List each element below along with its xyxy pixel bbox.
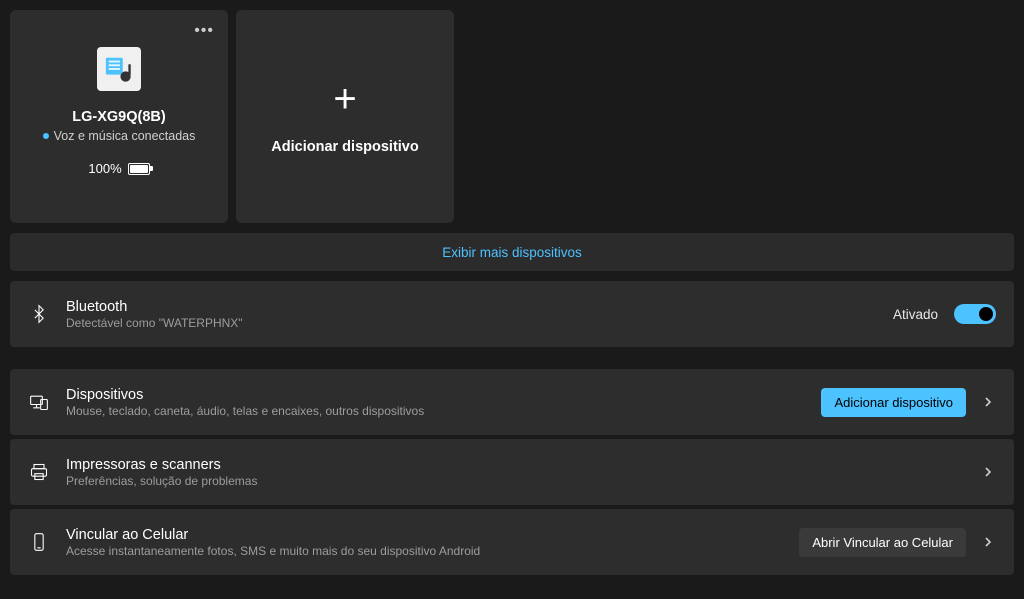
bluetooth-row[interactable]: Bluetooth Detectável como "WATERPHNX" At…	[10, 281, 1014, 347]
device-cards: ••• LG-XG9Q(8B) Voz e música conectadas …	[10, 10, 1014, 223]
printers-title: Impressoras e scanners	[66, 457, 966, 473]
show-more-devices[interactable]: Exibir mais dispositivos	[10, 233, 1014, 271]
bluetooth-text: Bluetooth Detectável como "WATERPHNX"	[66, 299, 877, 330]
phone-link-subtitle: Acesse instantaneamente fotos, SMS e mui…	[66, 544, 783, 558]
status-dot-icon	[43, 133, 49, 139]
printers-subtitle: Preferências, solução de problemas	[66, 474, 966, 488]
bluetooth-title: Bluetooth	[66, 299, 877, 315]
chevron-right-icon	[982, 395, 996, 409]
battery-status: 100%	[88, 161, 149, 176]
phone-link-title: Vincular ao Celular	[66, 527, 783, 543]
paired-device-card[interactable]: ••• LG-XG9Q(8B) Voz e música conectadas …	[10, 10, 228, 223]
bluetooth-toggle[interactable]	[954, 304, 996, 324]
phone-link-row[interactable]: Vincular ao Celular Acesse instantaneame…	[10, 509, 1014, 575]
status-text: Voz e música conectadas	[54, 129, 196, 143]
more-icon[interactable]: •••	[194, 22, 214, 40]
battery-percent: 100%	[88, 161, 121, 176]
devices-row[interactable]: Dispositivos Mouse, teclado, caneta, áud…	[10, 369, 1014, 435]
battery-icon	[128, 163, 150, 175]
add-device-label: Adicionar dispositivo	[271, 139, 418, 155]
printer-icon	[28, 461, 50, 483]
bluetooth-icon	[28, 303, 50, 325]
plus-icon: +	[333, 79, 356, 119]
device-name: LG-XG9Q(8B)	[72, 109, 165, 125]
printers-text: Impressoras e scanners Preferências, sol…	[66, 457, 966, 488]
devices-icon	[28, 391, 50, 413]
add-device-card[interactable]: + Adicionar dispositivo	[236, 10, 454, 223]
chevron-right-icon	[982, 535, 996, 549]
devices-title: Dispositivos	[66, 387, 805, 403]
open-phone-link-button[interactable]: Abrir Vincular ao Celular	[799, 528, 966, 557]
add-device-button[interactable]: Adicionar dispositivo	[821, 388, 966, 417]
device-status: Voz e música conectadas	[43, 129, 196, 143]
chevron-right-icon	[982, 465, 996, 479]
bluetooth-subtitle: Detectável como "WATERPHNX"	[66, 316, 877, 330]
phone-link-text: Vincular ao Celular Acesse instantaneame…	[66, 527, 783, 558]
media-icon	[97, 47, 141, 91]
devices-text: Dispositivos Mouse, teclado, caneta, áud…	[66, 387, 805, 418]
phone-icon	[28, 531, 50, 553]
show-more-label: Exibir mais dispositivos	[442, 245, 582, 260]
bluetooth-state-label: Ativado	[893, 307, 938, 322]
devices-subtitle: Mouse, teclado, caneta, áudio, telas e e…	[66, 404, 805, 418]
printers-row[interactable]: Impressoras e scanners Preferências, sol…	[10, 439, 1014, 505]
